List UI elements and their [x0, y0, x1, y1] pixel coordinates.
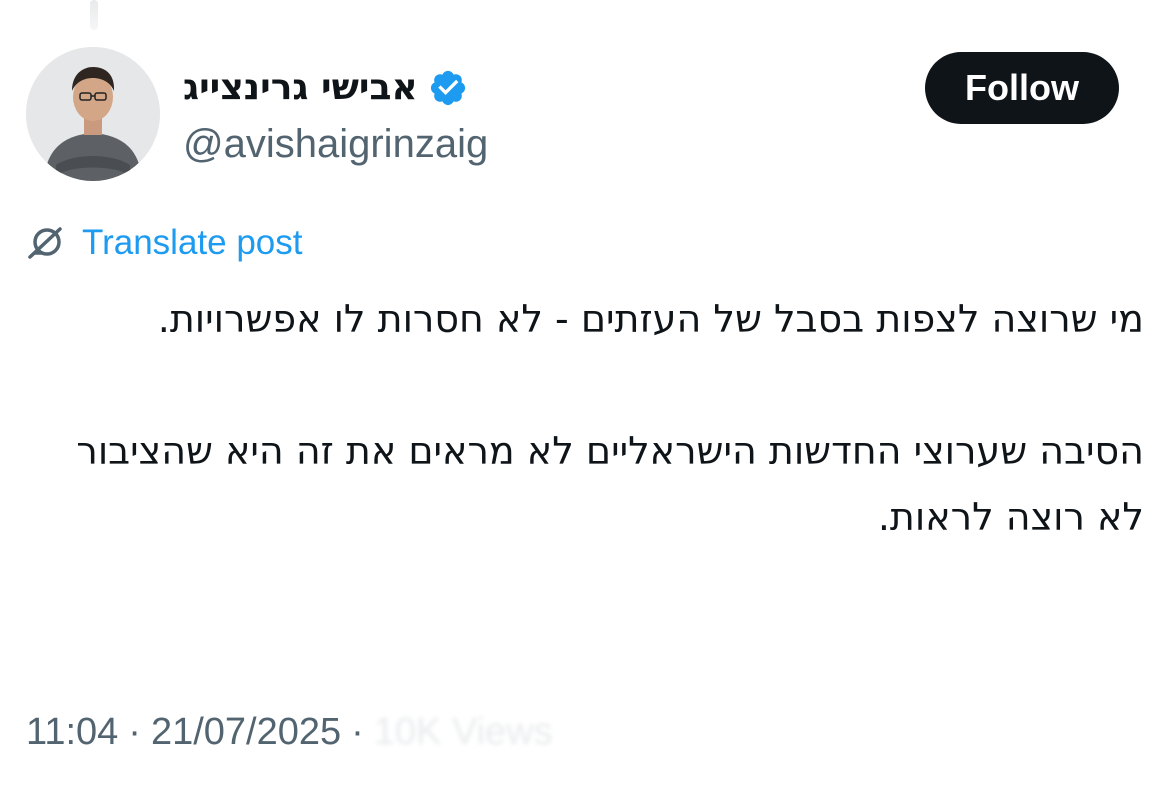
post-paragraph-1: מי שרוצה לצפות בסבל של העזתים - לא חסרות… [157, 297, 1144, 341]
author-display-name[interactable]: אבישי גרינצייג [183, 62, 418, 114]
meta-separator: · [128, 710, 141, 753]
globe-translate-icon [26, 223, 66, 263]
translate-post-link[interactable]: Translate post [26, 218, 302, 268]
person-avatar-icon [26, 47, 160, 181]
follow-button[interactable]: Follow [925, 52, 1119, 124]
scroll-indicator [90, 0, 98, 30]
post-date[interactable]: 21/07/2025 [151, 711, 341, 754]
meta-separator-2: · [351, 710, 364, 753]
verified-badge-icon[interactable] [428, 68, 468, 108]
avatar[interactable] [26, 47, 160, 181]
post-time[interactable]: 11:04 [26, 711, 118, 754]
author-name-row: אבישי גרינצייג [183, 62, 468, 114]
post-paragraph-2: הסיבה שערוצי החדשות הישראליים לא מראים א… [76, 429, 1144, 539]
post-meta: 11:04 · 21/07/2025 · 10K Views [26, 706, 553, 758]
translate-post-label[interactable]: Translate post [82, 218, 302, 268]
post-body: מי שרוצה לצפות בסבל של העזתים - לא חסרות… [26, 286, 1144, 550]
views-count[interactable]: 10K Views [374, 711, 553, 754]
author-handle[interactable]: @avishaigrinzaig [183, 118, 488, 170]
